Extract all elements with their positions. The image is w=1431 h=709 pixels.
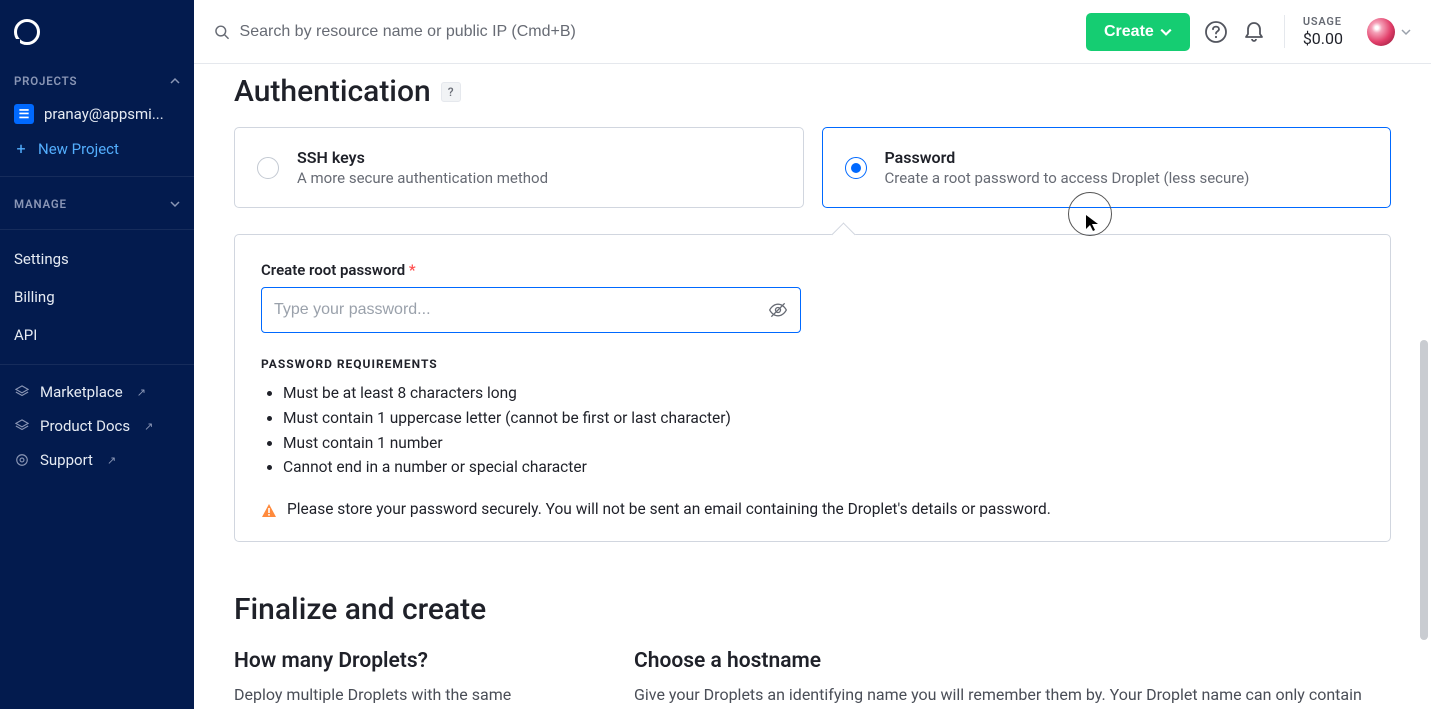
root-password-label: Create root password * xyxy=(261,261,1364,279)
project-icon: ☰ xyxy=(14,104,34,124)
external-link-icon: ↗ xyxy=(137,386,146,399)
sidebar-item-api[interactable]: API xyxy=(0,316,194,354)
root-password-input[interactable] xyxy=(274,301,768,319)
manage-label: MANAGE xyxy=(14,197,67,211)
how-many-droplets-title: How many Droplets? xyxy=(234,649,594,673)
required-star: * xyxy=(409,261,416,279)
help-badge[interactable]: ? xyxy=(441,82,461,102)
external-link-icon: ↗ xyxy=(144,420,153,433)
choose-hostname-title: Choose a hostname xyxy=(634,649,1391,673)
eye-off-icon[interactable] xyxy=(768,300,788,320)
sidebar-divider xyxy=(0,176,194,177)
sidebar-divider xyxy=(0,364,194,365)
account-menu[interactable] xyxy=(1367,18,1411,46)
req-item: Cannot end in a number or special charac… xyxy=(283,455,1364,480)
req-item: Must contain 1 uppercase letter (cannot … xyxy=(283,406,1364,431)
lifebuoy-icon xyxy=(14,452,30,468)
brand-logo[interactable] xyxy=(0,0,194,64)
req-item: Must be at least 8 characters long xyxy=(283,381,1364,406)
api-label: API xyxy=(14,326,37,344)
external-link-icon: ↗ xyxy=(107,454,116,467)
warning-row: Please store your password securely. You… xyxy=(261,500,1364,519)
finalize-row: How many Droplets? Deploy multiple Dropl… xyxy=(234,649,1391,709)
auth-heading-text: Authentication xyxy=(234,74,431,109)
root-password-label-text: Create root password xyxy=(261,261,405,279)
product-docs-label: Product Docs xyxy=(40,417,130,435)
warning-icon xyxy=(261,503,277,519)
sidebar-item-marketplace[interactable]: Marketplace ↗ xyxy=(0,375,194,409)
support-label: Support xyxy=(40,451,93,469)
usage-value: $0.00 xyxy=(1303,29,1343,48)
password-requirements-list: Must be at least 8 characters long Must … xyxy=(261,381,1364,480)
authentication-heading: Authentication ? xyxy=(234,74,1391,109)
search-wrap xyxy=(214,23,1072,41)
create-button[interactable]: Create xyxy=(1086,13,1190,51)
col1-text-a: Deploy multiple Droplets with the same xyxy=(234,685,511,704)
marketplace-label: Marketplace xyxy=(40,383,123,401)
scrollbar-thumb[interactable] xyxy=(1420,340,1428,640)
bell-icon[interactable] xyxy=(1242,20,1266,44)
avatar xyxy=(1367,18,1395,46)
projects-section-header[interactable]: PROJECTS xyxy=(0,64,194,96)
layers-icon xyxy=(14,418,30,434)
password-title: Password xyxy=(885,148,1250,167)
password-subtitle: Create a root password to access Droplet… xyxy=(885,169,1250,187)
content: Authentication ? SSH keys A more secure … xyxy=(194,64,1431,709)
password-input-wrap xyxy=(261,287,801,333)
sidebar-item-support[interactable]: Support ↗ xyxy=(0,443,194,477)
finalize-heading: Finalize and create xyxy=(234,592,1391,627)
plus-icon: + xyxy=(14,142,28,156)
search-icon xyxy=(214,24,230,40)
warning-text: Please store your password securely. You… xyxy=(287,500,1051,518)
password-requirements-heading: PASSWORD REQUIREMENTS xyxy=(261,357,1364,371)
chevron-down-icon xyxy=(1401,27,1411,37)
auth-card-ssh[interactable]: SSH keys A more secure authentication me… xyxy=(234,127,804,208)
sidebar-item-billing[interactable]: Billing xyxy=(0,278,194,316)
project-name: pranay@appsmi... xyxy=(44,105,164,123)
manage-section-header[interactable]: MANAGE xyxy=(0,187,194,219)
main: Create USAGE $0.00 Authentication ? SSH … xyxy=(194,0,1431,709)
chevron-down-icon xyxy=(1160,26,1172,38)
search-input[interactable] xyxy=(240,23,1072,41)
radio-password[interactable] xyxy=(845,157,867,179)
new-project-label: New Project xyxy=(38,140,119,158)
radio-ssh[interactable] xyxy=(257,157,279,179)
ssh-subtitle: A more secure authentication method xyxy=(297,169,548,187)
req-item: Must contain 1 number xyxy=(283,431,1364,456)
usage-box[interactable]: USAGE $0.00 xyxy=(1284,15,1343,47)
finalize-col-hostname: Choose a hostname Give your Droplets an … xyxy=(634,649,1391,709)
help-icon[interactable] xyxy=(1204,20,1228,44)
finalize-col-droplets: How many Droplets? Deploy multiple Dropl… xyxy=(234,649,594,709)
sidebar-project-item[interactable]: ☰ pranay@appsmi... xyxy=(0,96,194,132)
sidebar: PROJECTS ☰ pranay@appsmi... + New Projec… xyxy=(0,0,194,709)
auth-card-password[interactable]: Password Create a root password to acces… xyxy=(822,127,1392,208)
how-many-droplets-text: Deploy multiple Droplets with the same c… xyxy=(234,683,594,709)
chevron-up-icon xyxy=(170,76,180,86)
choose-hostname-text: Give your Droplets an identifying name y… xyxy=(634,683,1391,709)
create-label: Create xyxy=(1104,23,1154,41)
sidebar-divider xyxy=(0,229,194,230)
logo-icon xyxy=(14,19,40,45)
settings-label: Settings xyxy=(14,250,69,268)
usage-label: USAGE xyxy=(1303,15,1343,28)
sidebar-item-product-docs[interactable]: Product Docs ↗ xyxy=(0,409,194,443)
auth-method-row: SSH keys A more secure authentication me… xyxy=(234,127,1391,208)
password-panel: Create root password * PASSWORD REQUIREM… xyxy=(234,234,1391,542)
sidebar-item-settings[interactable]: Settings xyxy=(0,240,194,278)
ssh-title: SSH keys xyxy=(297,148,548,167)
layers-icon xyxy=(14,384,30,400)
billing-label: Billing xyxy=(14,288,55,306)
projects-label: PROJECTS xyxy=(14,74,77,88)
topbar: Create USAGE $0.00 xyxy=(194,0,1431,64)
new-project-button[interactable]: + New Project xyxy=(0,132,194,166)
chevron-down-icon xyxy=(170,199,180,209)
